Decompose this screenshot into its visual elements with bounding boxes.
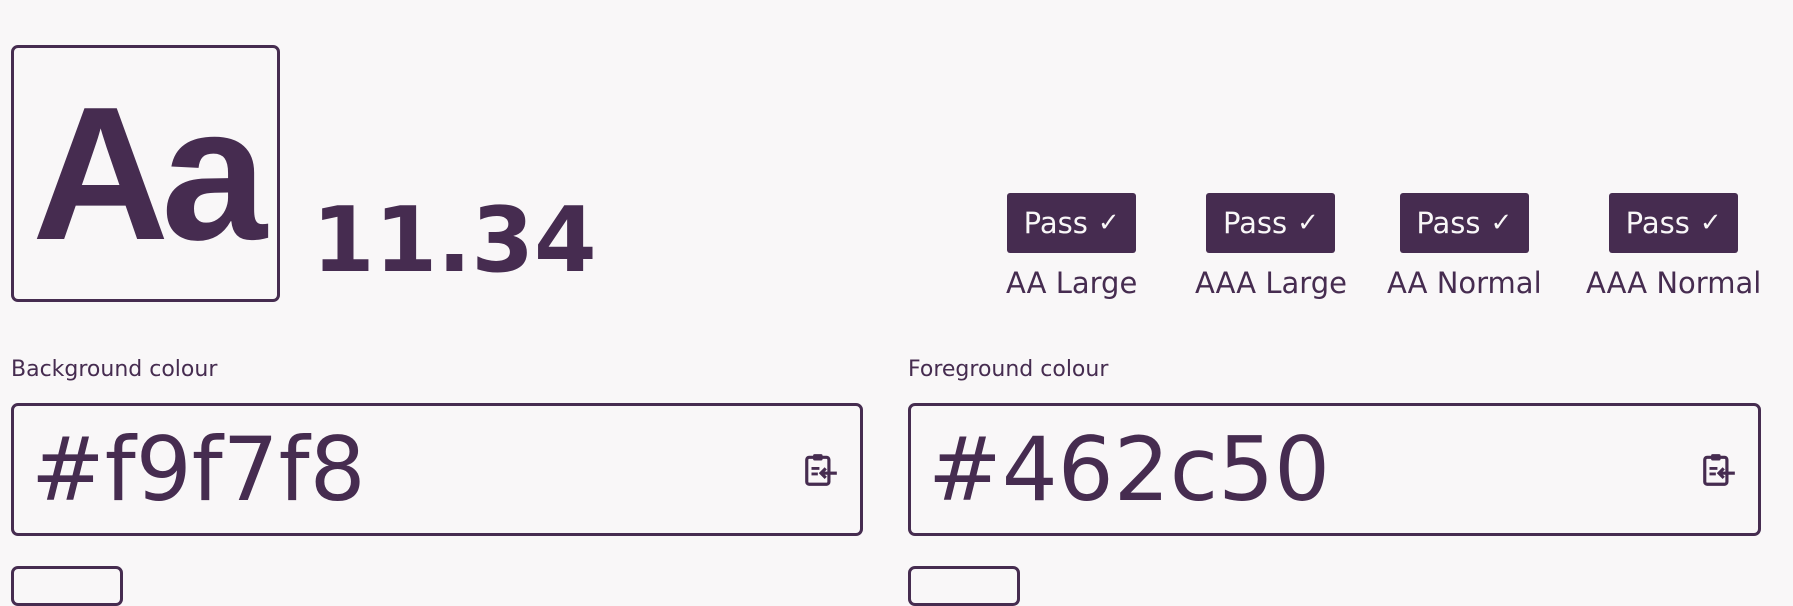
background-colour-value[interactable]: #f9f7f8 [31,425,797,514]
background-colour-label: Background colour [11,357,218,382]
preview-sample-text: Aa [32,67,267,280]
check-icon: ✓ [1699,208,1722,238]
result-aaa-large: Pass ✓ AAA Large [1195,193,1347,300]
check-icon: ✓ [1097,208,1120,238]
contrast-ratio: 11.34 [312,188,597,293]
check-icon: ✓ [1297,208,1319,238]
result-label: AAA Normal [1586,266,1762,300]
pass-badge: Pass ✓ [1206,193,1336,253]
clipboard-paste-icon[interactable] [1695,446,1743,494]
result-label: AAA Large [1195,266,1347,300]
pass-badge: Pass ✓ [1609,193,1739,253]
badge-status: Pass [1416,206,1481,240]
badge-status: Pass [1222,206,1288,240]
result-aaa-normal: Pass ✓ AAA Normal [1586,193,1761,300]
foreground-colour-input[interactable]: #462c50 [908,403,1761,536]
foreground-colour-label: Foreground colour [908,357,1109,382]
foreground-colour-value[interactable]: #462c50 [928,425,1695,514]
foreground-colour-swatch[interactable] [908,566,1020,606]
badge-status: Pass [1023,206,1088,240]
check-icon: ✓ [1490,208,1513,238]
result-label: AA Normal [1387,266,1542,300]
result-aa-normal: Pass ✓ AA Normal [1387,193,1542,300]
pass-badge: Pass ✓ [1007,193,1137,253]
pass-badge: Pass ✓ [1399,193,1529,253]
contrast-preview: Aa [11,45,280,302]
background-colour-swatch[interactable] [11,566,123,606]
clipboard-paste-icon[interactable] [797,446,845,494]
result-aa-large: Pass ✓ AA Large [1006,193,1137,300]
result-label: AA Large [1006,266,1138,300]
background-colour-input[interactable]: #f9f7f8 [11,403,863,536]
badge-status: Pass [1625,206,1690,240]
